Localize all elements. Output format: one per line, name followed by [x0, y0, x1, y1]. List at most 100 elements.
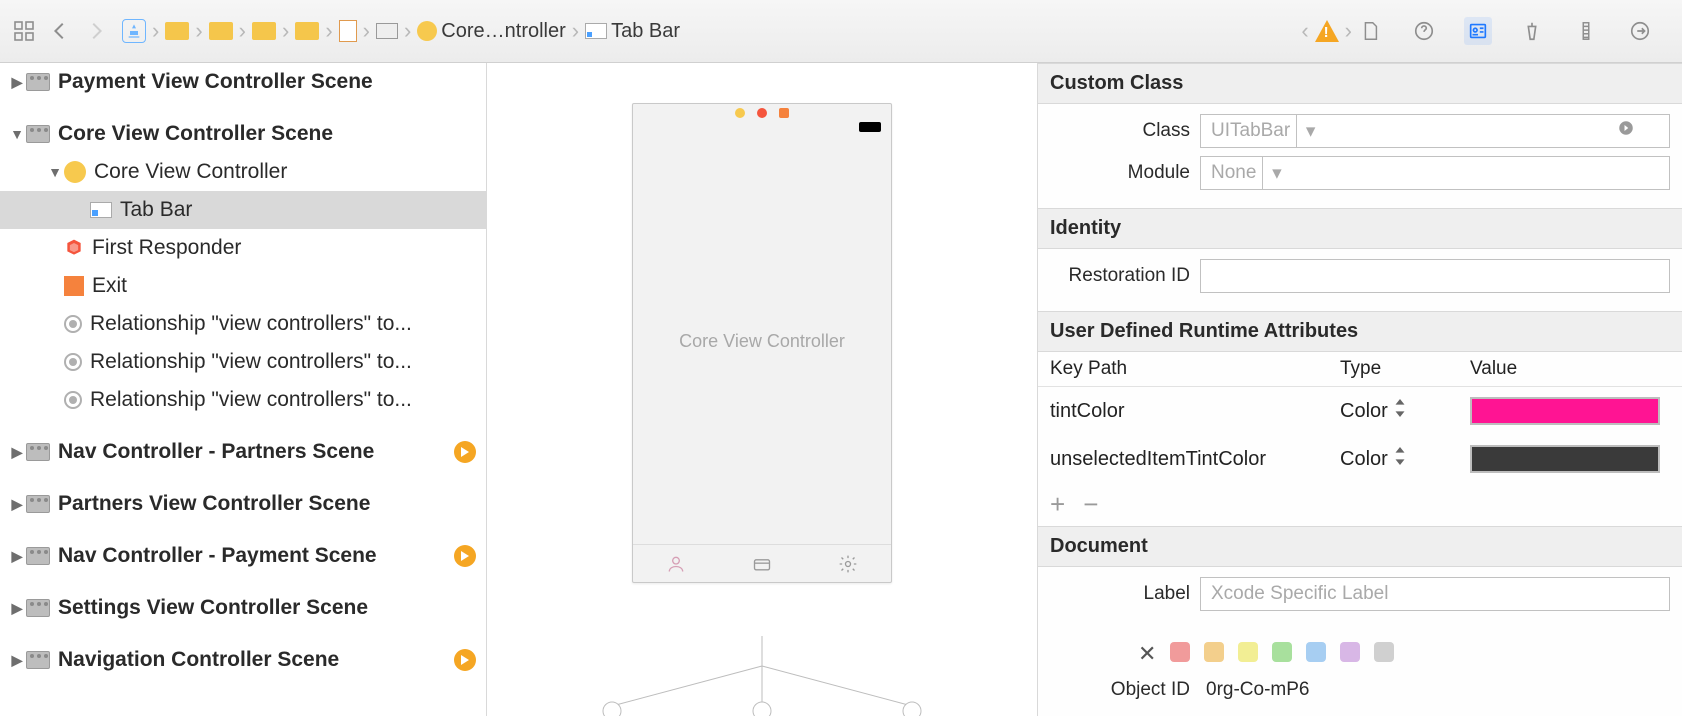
color-swatch[interactable]: [1470, 397, 1660, 425]
disclosure-icon[interactable]: ▶: [8, 74, 26, 91]
segue-icon: [64, 315, 82, 333]
disclosure-icon[interactable]: ▶: [8, 652, 26, 669]
disclosure-icon[interactable]: ▶: [8, 548, 26, 565]
segue-row[interactable]: Relationship "view controllers" to...: [0, 343, 486, 381]
scene-row[interactable]: ▶ Nav Controller - Payment Scene: [0, 537, 486, 575]
doc-label-field[interactable]: Xcode Specific Label: [1200, 577, 1670, 611]
scene-icon: [26, 651, 50, 669]
remove-attr-button[interactable]: −: [1083, 489, 1098, 520]
section-document: Document: [1038, 526, 1682, 567]
related-items-icon[interactable]: [10, 17, 38, 45]
disclosure-icon[interactable]: ▶: [8, 444, 26, 461]
top-toolbar: › › › › › › › Core…ntroller › Tab Bar ‹ …: [0, 0, 1682, 63]
scene-icon: [26, 547, 50, 565]
doc-color-chip[interactable]: [1374, 642, 1394, 662]
attributes-inspector-icon[interactable]: [1518, 17, 1546, 45]
tab-gear-icon[interactable]: [805, 545, 891, 582]
color-swatch[interactable]: [1470, 445, 1660, 473]
view-controller-row[interactable]: ▼ Core View Controller: [0, 153, 486, 191]
scene-dock: [633, 104, 891, 122]
folder-icon: [252, 22, 276, 40]
tabbar-row[interactable]: Tab Bar: [0, 191, 486, 229]
storyboard-file-icon: [339, 20, 357, 42]
jump-arrow-icon[interactable]: [1617, 119, 1635, 143]
scene-row[interactable]: ▶ Payment View Controller Scene: [0, 63, 486, 101]
phone-preview[interactable]: Core View Controller: [632, 103, 892, 583]
doc-color-chip[interactable]: [1170, 642, 1190, 662]
clear-color-button[interactable]: ✕: [1138, 641, 1156, 667]
segue-icon: [64, 391, 82, 409]
disclosure-icon[interactable]: ▶: [8, 496, 26, 513]
entry-point-icon: [454, 545, 476, 567]
entry-point-icon: [454, 441, 476, 463]
interface-builder-canvas[interactable]: Core View Controller: [487, 63, 1037, 716]
file-inspector-icon[interactable]: [1356, 17, 1384, 45]
module-field[interactable]: None ▾: [1200, 156, 1670, 190]
chevron-down-icon[interactable]: ▾: [1296, 115, 1324, 147]
stepper-icon[interactable]: [1394, 399, 1410, 423]
first-responder-row[interactable]: First Responder: [0, 229, 486, 267]
disclosure-icon[interactable]: ▼: [8, 126, 26, 142]
dock-first-responder-icon[interactable]: [757, 108, 767, 118]
section-custom-class: Custom Class: [1038, 63, 1682, 104]
cube-icon: [64, 238, 84, 258]
doc-color-chip[interactable]: [1238, 642, 1258, 662]
chevron-down-icon[interactable]: ▾: [1262, 157, 1290, 189]
section-identity: Identity: [1038, 208, 1682, 249]
warning-icon[interactable]: [1315, 20, 1339, 42]
connections-inspector-icon[interactable]: [1626, 17, 1654, 45]
segue-lines: [562, 636, 962, 716]
view-controller-icon: [417, 21, 437, 41]
scene-icon: [26, 495, 50, 513]
dock-exit-icon[interactable]: [779, 108, 789, 118]
stepper-icon[interactable]: [1394, 447, 1410, 471]
scene-icon: [26, 599, 50, 617]
disclosure-icon[interactable]: ▶: [8, 600, 26, 617]
udra-row[interactable]: tintColor Color: [1038, 387, 1682, 435]
phone-tabbar[interactable]: [633, 544, 891, 582]
object-id-value: 0rg-Co-mP6: [1200, 679, 1309, 701]
udra-row[interactable]: unselectedItemTintColor Color: [1038, 435, 1682, 483]
tab-card-icon[interactable]: [719, 545, 805, 582]
document-outline[interactable]: ▶ Payment View Controller Scene ▼ Core V…: [0, 63, 487, 716]
restoration-id-field[interactable]: [1200, 259, 1670, 293]
size-inspector-icon[interactable]: [1572, 17, 1600, 45]
doc-color-row: ✕: [1038, 629, 1682, 679]
jump-bar[interactable]: › › › › › › › Core…ntroller › Tab Bar ‹ …: [122, 18, 1356, 44]
nav-forward-icon: [82, 17, 110, 45]
module-label: Module: [1050, 162, 1200, 184]
class-label: Class: [1050, 120, 1200, 142]
add-attr-button[interactable]: +: [1050, 489, 1065, 520]
folder-icon: [209, 22, 233, 40]
disclosure-icon[interactable]: ▼: [46, 164, 64, 180]
folder-icon: [165, 22, 189, 40]
doc-label-label: Label: [1050, 583, 1200, 605]
doc-color-chip[interactable]: [1340, 642, 1360, 662]
doc-color-chip[interactable]: [1204, 642, 1224, 662]
class-field[interactable]: UITabBar ▾: [1200, 114, 1670, 148]
nav-back-icon[interactable]: [46, 17, 74, 45]
tabbar-icon: [585, 23, 607, 39]
battery-icon: [859, 122, 881, 132]
object-id-label: Object ID: [1050, 679, 1200, 701]
segue-icon: [64, 353, 82, 371]
exit-row[interactable]: Exit: [0, 267, 486, 305]
help-inspector-icon[interactable]: [1410, 17, 1438, 45]
scene-row[interactable]: ▶ Partners View Controller Scene: [0, 485, 486, 523]
doc-color-chip[interactable]: [1306, 642, 1326, 662]
tab-person-icon[interactable]: [633, 545, 719, 582]
scene-row[interactable]: ▶ Nav Controller - Partners Scene: [0, 433, 486, 471]
dock-vc-icon[interactable]: [735, 108, 745, 118]
doc-color-chip[interactable]: [1272, 642, 1292, 662]
scene-row[interactable]: ▼ Core View Controller Scene: [0, 115, 486, 153]
scene-row[interactable]: ▶ Navigation Controller Scene: [0, 641, 486, 679]
view-controller-icon: [64, 161, 86, 183]
scene-row[interactable]: ▶ Settings View Controller Scene: [0, 589, 486, 627]
scene-icon: [26, 125, 50, 143]
app-icon: [122, 19, 146, 43]
segue-row[interactable]: Relationship "view controllers" to...: [0, 305, 486, 343]
segue-row[interactable]: Relationship "view controllers" to...: [0, 381, 486, 419]
identity-inspector-icon[interactable]: [1464, 17, 1492, 45]
folder-icon: [295, 22, 319, 40]
restoration-id-label: Restoration ID: [1050, 265, 1200, 287]
